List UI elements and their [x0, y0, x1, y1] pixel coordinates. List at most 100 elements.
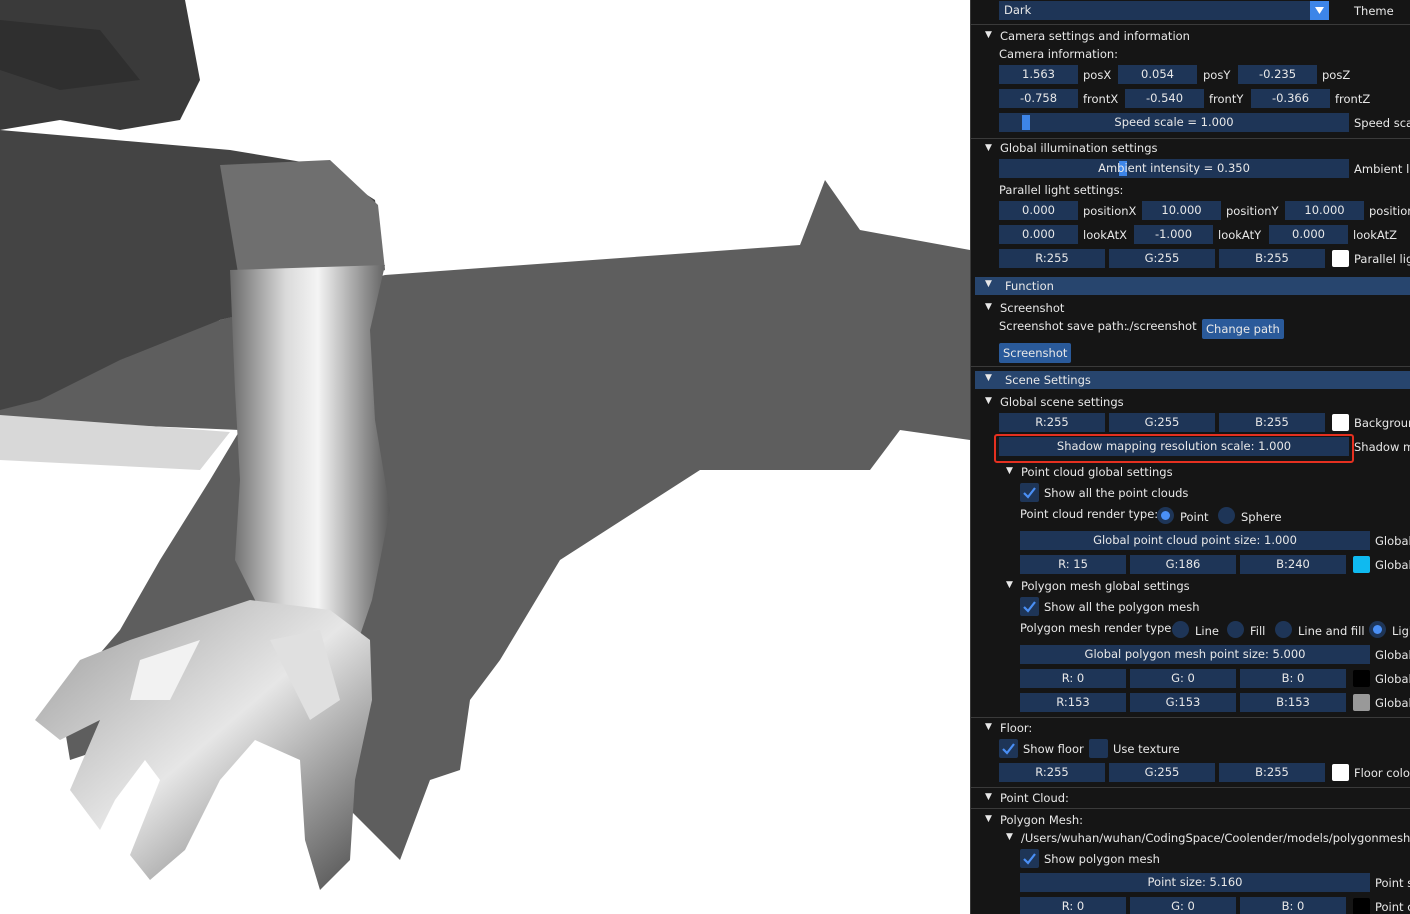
pc-b-field[interactable]: B:240 [1240, 555, 1346, 574]
background-g-field[interactable]: G:255 [1109, 413, 1215, 432]
floor-b-field[interactable]: B:255 [1219, 763, 1325, 782]
show-point-clouds-checkbox[interactable] [1020, 483, 1039, 502]
screenshot-section-header[interactable]: Screenshot [1000, 301, 1064, 315]
show-polygon-meshes-label: Show all the polygon mesh [1044, 600, 1200, 614]
pm-fill-radio[interactable] [1227, 621, 1244, 638]
pm-light-radio[interactable] [1369, 621, 1386, 638]
show-polygon-mesh-checkbox[interactable] [1020, 849, 1039, 868]
pc-g-field[interactable]: G:186 [1130, 555, 1236, 574]
parallel-light-color-swatch[interactable] [1332, 250, 1349, 267]
collapse-arrow-icon[interactable]: ▼ [985, 722, 992, 732]
global-scene-header[interactable]: Global scene settings [1000, 395, 1124, 409]
pm-color1-swatch[interactable] [1353, 670, 1370, 687]
pm-size-slider[interactable]: Global polygon mesh point size: 5.000 [1020, 645, 1370, 664]
pc-size-slider[interactable]: Global point cloud point size: 1.000 [1020, 531, 1370, 550]
chevron-down-icon[interactable] [1310, 1, 1329, 20]
collapse-arrow-icon[interactable]: ▼ [985, 143, 992, 153]
background-r-field[interactable]: R:255 [999, 413, 1105, 432]
pc-point-radio[interactable] [1157, 507, 1174, 524]
pm-g1-field[interactable]: G: 0 [1130, 669, 1236, 688]
mesh-color-swatch[interactable] [1353, 898, 1370, 914]
parallel-light-g-field[interactable]: G:255 [1109, 249, 1215, 268]
show-floor-checkbox[interactable] [999, 739, 1018, 758]
collapse-arrow-icon[interactable]: ▼ [985, 814, 992, 824]
pm-color2-label: Global [1375, 696, 1410, 710]
parallel-light-r-field[interactable]: R:255 [999, 249, 1105, 268]
pc-size-label: Global [1375, 534, 1410, 548]
camera-section-header[interactable]: Camera settings and information [1000, 29, 1190, 43]
positionz-field[interactable]: 10.000 [1285, 201, 1364, 220]
polygon-mesh-global-header[interactable]: Polygon mesh global settings [1021, 579, 1190, 593]
pm-r1-field[interactable]: R: 0 [1020, 669, 1126, 688]
floor-header[interactable]: Floor: [1000, 721, 1032, 735]
pc-r-field[interactable]: R: 15 [1020, 555, 1126, 574]
background-color-swatch[interactable] [1332, 414, 1349, 431]
function-section-header[interactable]: ▼ Function [975, 277, 1410, 295]
background-b-field[interactable]: B:255 [1219, 413, 1325, 432]
positiony-label: positionY [1226, 204, 1279, 218]
scene-section-header[interactable]: ▼ Scene Settings [975, 371, 1410, 389]
pc-sphere-label: Sphere [1241, 510, 1282, 524]
use-texture-checkbox[interactable] [1089, 739, 1108, 758]
ambient-intensity-slider[interactable]: Ambient intensity = 0.350 [999, 159, 1349, 178]
collapse-arrow-icon[interactable]: ▼ [1006, 466, 1013, 476]
pc-color-swatch[interactable] [1353, 556, 1370, 573]
point-cloud-global-header[interactable]: Point cloud global settings [1021, 465, 1173, 479]
posx-field[interactable]: 1.563 [999, 65, 1078, 84]
floor-g-field[interactable]: G:255 [1109, 763, 1215, 782]
pm-r2-field[interactable]: R:153 [1020, 693, 1126, 712]
change-path-button[interactable]: Change path [1202, 319, 1284, 339]
floor-r-field[interactable]: R:255 [999, 763, 1105, 782]
collapse-arrow-icon[interactable]: ▼ [985, 30, 992, 40]
mesh-file-path[interactable]: /Users/wuhan/wuhan/CodingSpace/Coolender… [1021, 831, 1410, 845]
pm-light-label: Ligl [1392, 624, 1410, 638]
checkmark-icon [1023, 853, 1036, 865]
checkmark-icon [1023, 601, 1036, 613]
mesh-point-size-slider[interactable]: Point size: 5.160 [1020, 873, 1370, 892]
screenshot-button[interactable]: Screenshot [999, 343, 1072, 363]
pm-g2-field[interactable]: G:153 [1130, 693, 1236, 712]
positionx-label: positionX [1083, 204, 1137, 218]
positiony-field[interactable]: 10.000 [1142, 201, 1221, 220]
pm-b1-field[interactable]: B: 0 [1240, 669, 1346, 688]
posz-field[interactable]: -0.235 [1238, 65, 1317, 84]
render-viewport[interactable] [0, 0, 970, 914]
collapse-arrow-icon[interactable]: ▼ [1006, 580, 1013, 590]
illumination-section-header[interactable]: Global illumination settings [1000, 141, 1158, 155]
mesh-point-size-label: Point s [1375, 876, 1410, 890]
pm-render-type-label: Polygon mesh render type: [1020, 621, 1176, 635]
frontx-field[interactable]: -0.758 [999, 89, 1078, 108]
positionx-field[interactable]: 0.000 [999, 201, 1078, 220]
collapse-arrow-icon[interactable]: ▼ [985, 792, 992, 802]
polygon-mesh-header[interactable]: Polygon Mesh: [1000, 813, 1083, 827]
collapse-arrow-icon[interactable]: ▼ [1006, 832, 1013, 842]
speed-slider-grab[interactable] [1021, 115, 1030, 130]
pm-line-and-fill-radio[interactable] [1275, 621, 1292, 638]
collapse-arrow-icon[interactable]: ▼ [985, 396, 992, 406]
mesh-g-field[interactable]: G: 0 [1130, 897, 1236, 914]
show-polygon-meshes-checkbox[interactable] [1020, 597, 1039, 616]
posy-field[interactable]: 0.054 [1118, 65, 1197, 84]
pc-sphere-radio[interactable] [1218, 507, 1235, 524]
posx-label: posX [1083, 68, 1112, 82]
collapse-arrow-icon[interactable]: ▼ [985, 302, 992, 312]
speed-scale-label: Speed sca [1354, 116, 1410, 130]
floor-color-swatch[interactable] [1332, 764, 1349, 781]
point-cloud-header[interactable]: Point Cloud: [1000, 791, 1069, 805]
fronty-field[interactable]: -0.540 [1125, 89, 1204, 108]
parallel-light-b-field[interactable]: B:255 [1219, 249, 1325, 268]
frontz-field[interactable]: -0.366 [1251, 89, 1330, 108]
pc-render-type-label: Point cloud render type: [1020, 507, 1159, 521]
lookatz-field[interactable]: 0.000 [1269, 225, 1348, 244]
pm-b2-field[interactable]: B:153 [1240, 693, 1346, 712]
lookatx-field[interactable]: 0.000 [999, 225, 1078, 244]
parallel-light-color-label: Parallel lig [1354, 252, 1410, 266]
theme-select[interactable]: Dark [999, 1, 1329, 20]
pm-line-radio[interactable] [1172, 621, 1189, 638]
mesh-b-field[interactable]: B: 0 [1240, 897, 1346, 914]
mesh-r-field[interactable]: R: 0 [1020, 897, 1126, 914]
highlight-box [994, 434, 1354, 463]
lookaty-field[interactable]: -1.000 [1134, 225, 1213, 244]
speed-scale-slider[interactable]: Speed scale = 1.000 [999, 113, 1349, 132]
pm-color2-swatch[interactable] [1353, 694, 1370, 711]
